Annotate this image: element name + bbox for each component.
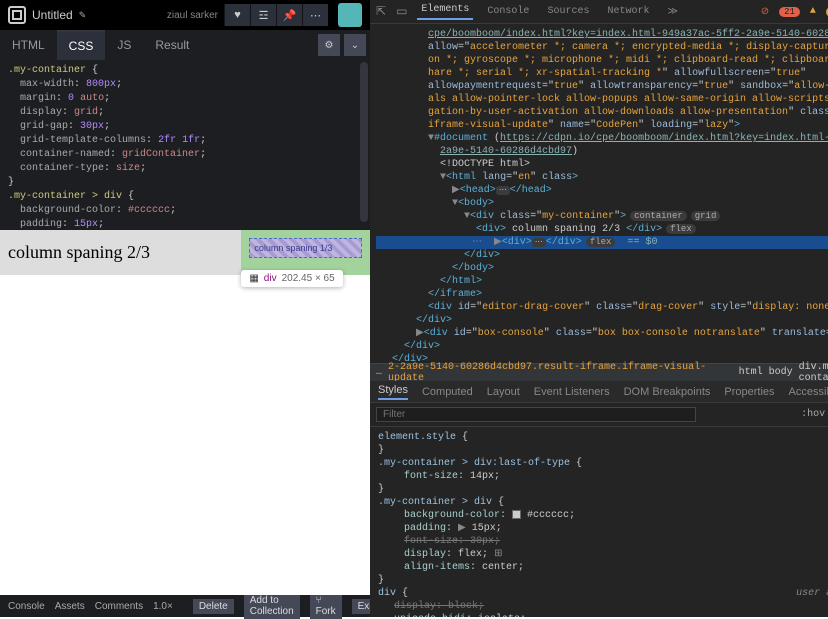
device-icon[interactable]: ▭ [396, 4, 407, 19]
editor-scrollbar[interactable] [360, 62, 368, 222]
devtools-tab-overflow[interactable]: ≫ [663, 6, 681, 18]
add-collection-button[interactable]: Add to Collection [244, 593, 300, 619]
error-icon[interactable]: ⊘ [761, 6, 769, 18]
tab-js[interactable]: JS [105, 30, 143, 60]
codepen-logo-icon[interactable] [8, 6, 26, 24]
crumb-overflow[interactable]: … [376, 367, 382, 378]
edit-title-icon[interactable]: ✎ [79, 10, 87, 21]
stab-props[interactable]: Properties [724, 386, 774, 398]
user-avatar[interactable] [338, 3, 362, 27]
result-pane: column spaning 2/3 column spaning 1/3 ▦ … [0, 230, 370, 595]
devtools-tab-sources[interactable]: Sources [543, 6, 593, 17]
warn-count-badge[interactable]: 21 [779, 7, 800, 17]
result-col-13: column spaning 1/3 ▦ div 202.45 × 65 [241, 230, 370, 275]
devtools-tab-console[interactable]: Console [483, 6, 533, 17]
pin-icon[interactable]: 📌 [276, 4, 302, 26]
settings-icon[interactable]: ⚙ [318, 34, 340, 56]
fork-button[interactable]: ⑂ Fork [310, 593, 342, 619]
styles-filter-input[interactable] [376, 407, 696, 422]
crumb-body[interactable]: body [769, 367, 793, 378]
css-editor[interactable]: .my-container { max-width: 800px; margin… [0, 60, 370, 230]
tooltip-dimensions: 202.45 × 65 [282, 273, 335, 284]
inspect-icon[interactable]: ⇱ [376, 4, 386, 19]
dom-breadcrumbs: … 2-2a9e-5140-60286d4cbd97.result-iframe… [370, 363, 828, 381]
stab-computed[interactable]: Computed [422, 386, 473, 398]
console-button[interactable]: Console [8, 601, 45, 612]
inspected-element[interactable]: column spaning 1/3 [249, 238, 362, 258]
header-icons: ♥ ☲ 📌 ⋯ [224, 4, 328, 26]
pen-title[interactable]: Untitled [32, 8, 73, 22]
layout-icon[interactable]: ☲ [250, 4, 276, 26]
editor-tabs: HTML CSS JS Result ⚙ ⌄ [0, 30, 370, 60]
tab-result[interactable]: Result [143, 30, 201, 60]
tab-css[interactable]: CSS [57, 30, 106, 60]
chevron-down-icon[interactable]: ⌄ [344, 34, 366, 56]
hov-button[interactable]: :hov [801, 409, 825, 420]
crumb-html[interactable]: html [739, 367, 763, 378]
grid-badge-icon: ▦ [249, 273, 258, 284]
tooltip-tag: div [264, 273, 277, 284]
devtools-panel: ⇱ ▭ Elements Console Sources Network ≫ ⊘… [370, 0, 828, 617]
stab-layout[interactable]: Layout [487, 386, 520, 398]
zoom-level[interactable]: 1.0× [153, 601, 173, 612]
heart-icon[interactable]: ♥ [224, 4, 250, 26]
stab-events[interactable]: Event Listeners [534, 386, 610, 398]
inspect-tooltip: ▦ div 202.45 × 65 [241, 270, 342, 287]
delete-button[interactable]: Delete [193, 599, 234, 614]
codepen-header: Untitled ✎ ziaul sarker ♥ ☲ 📌 ⋯ [0, 0, 370, 30]
devtools-tab-elements[interactable]: Elements [417, 4, 473, 20]
pen-author[interactable]: ziaul sarker [167, 10, 218, 21]
styles-tabs: Styles Computed Layout Event Listeners D… [370, 381, 828, 403]
assets-button[interactable]: Assets [55, 601, 85, 612]
result-col-23: column spaning 2/3 [0, 230, 241, 275]
codepen-footer: Console Assets Comments 1.0× Delete Add … [0, 595, 370, 617]
codepen-editor: Untitled ✎ ziaul sarker ♥ ☲ 📌 ⋯ HTML CSS… [0, 0, 370, 617]
stab-a11y[interactable]: Accessibility [789, 386, 828, 398]
devtools-tab-network[interactable]: Network [603, 6, 653, 17]
styles-filter-bar: :hov .cls + ⿴ ◫ ▦ [370, 403, 828, 427]
styles-rules[interactable]: element.style { } <style>.my-container >… [370, 427, 828, 617]
comments-button[interactable]: Comments [95, 601, 143, 612]
warning-icon[interactable]: ▲ [810, 6, 816, 17]
stab-dombp[interactable]: DOM Breakpoints [624, 386, 711, 398]
dom-tree[interactable]: cpe/boomboom/index.html?key=index.html-9… [370, 24, 828, 363]
tab-html[interactable]: HTML [0, 30, 57, 60]
menu-icon[interactable]: ⋯ [302, 4, 328, 26]
stab-styles[interactable]: Styles [378, 384, 408, 400]
devtools-header: ⇱ ▭ Elements Console Sources Network ≫ ⊘… [370, 0, 828, 24]
selected-dom-node[interactable]: ⋯ ▶<div>⋯</div>flex == $0 [376, 236, 828, 249]
